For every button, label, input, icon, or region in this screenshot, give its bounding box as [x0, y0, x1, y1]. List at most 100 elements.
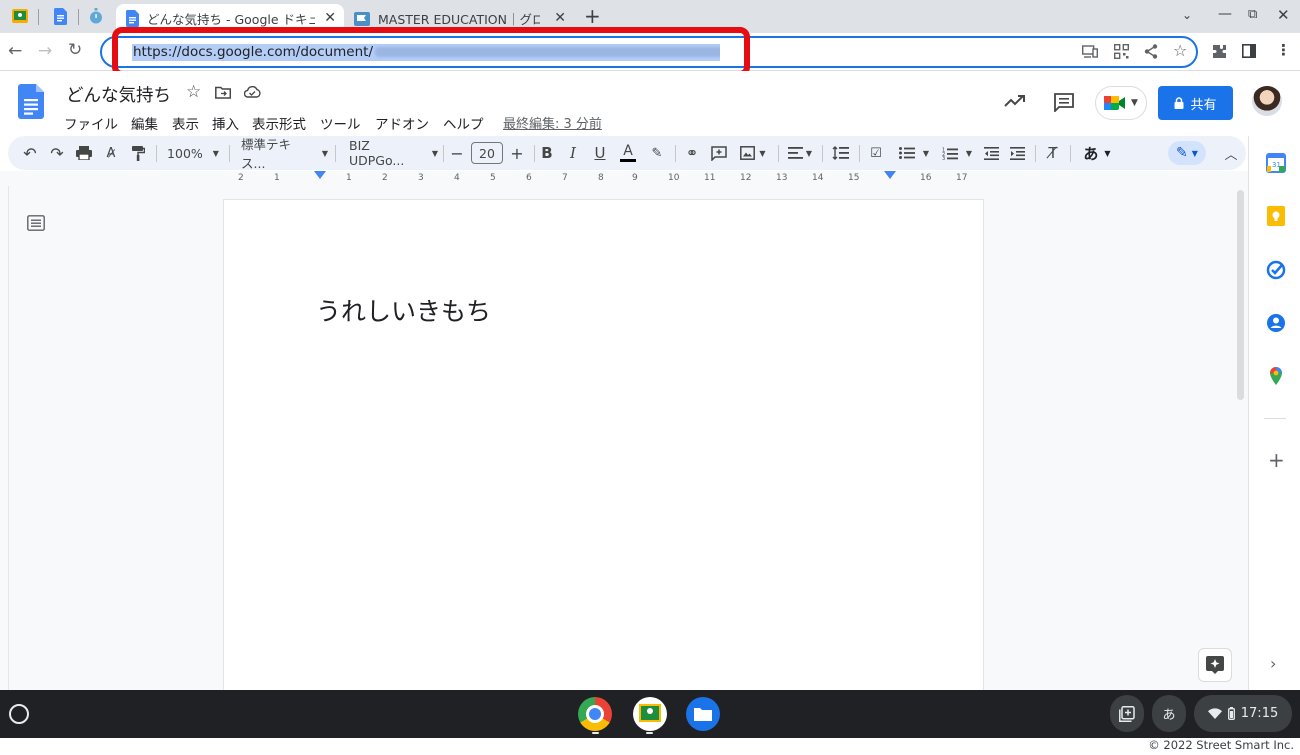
print-icon[interactable] — [72, 141, 96, 165]
reload-icon[interactable]: ↻ — [68, 40, 82, 60]
classroom-app-icon[interactable] — [633, 697, 667, 731]
minimize-icon[interactable]: — — [1218, 6, 1232, 22]
menu-format[interactable]: 表示形式 — [252, 113, 306, 133]
holding-space-tray[interactable] — [1110, 695, 1144, 732]
editing-mode-button[interactable]: ✎ ▼ — [1168, 141, 1206, 165]
menu-view[interactable]: 表示 — [172, 113, 199, 133]
pinned-tab-timer[interactable] — [84, 4, 108, 28]
chrome-app-icon[interactable] — [578, 697, 612, 731]
add-comment-icon[interactable] — [708, 141, 730, 165]
right-indent-marker[interactable] — [884, 171, 896, 179]
restore-icon[interactable]: ⧉ — [1248, 7, 1257, 22]
text-color-icon[interactable]: A — [617, 141, 639, 165]
maps-icon[interactable] — [1266, 366, 1286, 386]
menu-edit[interactable]: 編集 — [131, 113, 158, 133]
cast-devices-icon[interactable] — [1082, 45, 1098, 59]
ruler-label: 11 — [704, 173, 716, 183]
checklist-icon[interactable]: ☑ — [865, 141, 887, 165]
bullet-list-icon[interactable]: ▼ — [893, 141, 935, 165]
keep-icon[interactable] — [1266, 206, 1286, 226]
battery-icon — [1227, 707, 1235, 720]
highlight-pen-icon[interactable]: ✎ — [646, 141, 668, 165]
decrease-indent-icon[interactable] — [980, 141, 1002, 165]
pinned-tab-docs[interactable] — [48, 4, 72, 28]
contacts-icon[interactable] — [1266, 313, 1286, 333]
tab-search-icon[interactable]: ⌄ — [1182, 8, 1192, 22]
bookmark-star-icon[interactable]: ☆ — [1173, 41, 1187, 60]
paint-format-icon[interactable] — [126, 141, 150, 165]
files-app-icon[interactable] — [686, 697, 720, 731]
bold-icon[interactable]: B — [538, 141, 556, 165]
spellcheck-icon[interactable]: A̷ — [99, 141, 123, 165]
ruler-label: 16 — [920, 173, 932, 183]
tasks-icon[interactable] — [1266, 260, 1286, 280]
collapse-menu-icon[interactable]: ︿ — [1220, 141, 1242, 165]
font-select[interactable]: BIZ UDPGo... ▼ — [342, 138, 438, 168]
calendar-icon[interactable]: 31 — [1266, 153, 1286, 173]
left-indent-marker[interactable] — [314, 171, 326, 179]
numbered-list-icon[interactable]: 123 ▼ — [936, 141, 978, 165]
vertical-ruler — [0, 186, 9, 690]
line-spacing-icon[interactable] — [828, 141, 852, 165]
increase-indent-icon[interactable] — [1006, 141, 1028, 165]
tab-title: MASTER EDUCATION｜グローバル — [378, 12, 540, 27]
menu-help[interactable]: ヘルプ — [443, 113, 484, 133]
increase-font-size-button[interactable]: + — [506, 141, 528, 165]
expand-panel-icon[interactable]: › — [1270, 654, 1276, 673]
toolbar-divider — [229, 145, 230, 162]
window-close-icon[interactable]: ✕ — [1277, 6, 1290, 24]
close-tab-icon[interactable]: ✕ — [554, 10, 566, 26]
add-addon-icon[interactable]: + — [1268, 448, 1285, 472]
font-size-input[interactable]: 20 — [471, 142, 503, 164]
explore-button[interactable] — [1198, 648, 1232, 682]
extensions-puzzle-icon[interactable] — [1212, 44, 1227, 59]
last-edit-link[interactable]: 最終編集: 3 分前 — [503, 113, 602, 132]
docs-logo-icon[interactable] — [18, 84, 44, 119]
forward-arrow-icon[interactable]: → — [38, 41, 52, 61]
activity-trend-icon[interactable] — [1004, 94, 1026, 108]
clear-formatting-icon[interactable]: T̸ — [1042, 141, 1064, 165]
paragraph-style-select[interactable]: 標準テキス... ▼ — [236, 137, 328, 171]
align-icon[interactable]: ▼ — [784, 141, 816, 165]
decrease-font-size-button[interactable]: − — [446, 141, 468, 165]
status-area[interactable]: 17:15 — [1194, 695, 1292, 732]
print-glyph — [76, 146, 92, 160]
document-outline-icon[interactable] — [27, 215, 45, 231]
qr-code-icon[interactable] — [1114, 44, 1129, 59]
pinned-tab-classroom[interactable] — [8, 4, 32, 28]
input-tools-button[interactable]: あ ▼ — [1076, 141, 1118, 165]
side-panel-icon[interactable] — [1242, 44, 1256, 58]
link-icon[interactable]: ⚭ — [681, 141, 703, 165]
back-arrow-icon[interactable]: ← — [8, 41, 22, 61]
star-icon[interactable]: ☆ — [186, 82, 201, 102]
menu-insert[interactable]: 挿入 — [212, 113, 239, 133]
account-avatar[interactable] — [1252, 86, 1282, 116]
vertical-scrollbar[interactable] — [1237, 190, 1244, 400]
more-menu-icon[interactable]: ⋮ — [1276, 41, 1291, 59]
redo-icon[interactable]: ↷ — [45, 141, 69, 165]
toolbar-divider — [335, 145, 336, 162]
meet-button[interactable]: ▼ — [1095, 86, 1147, 120]
zoom-select[interactable]: 100% ▼ — [163, 141, 223, 165]
insert-image-icon[interactable]: ▼ — [735, 141, 771, 165]
share-icon[interactable] — [1144, 44, 1158, 59]
close-tab-icon[interactable]: ✕ — [324, 10, 336, 26]
undo-icon[interactable]: ↶ — [18, 141, 42, 165]
document-page[interactable] — [223, 199, 984, 694]
input-mode-value: あ — [1083, 144, 1099, 163]
italic-icon[interactable]: I — [564, 141, 582, 165]
menu-addons[interactable]: アドオン — [375, 113, 429, 133]
share-button[interactable]: 共有 — [1158, 86, 1233, 120]
underline-icon[interactable]: U — [591, 141, 609, 165]
ime-tray[interactable]: あ — [1152, 695, 1186, 732]
ruler-label: 10 — [668, 173, 680, 183]
launcher-icon[interactable] — [9, 704, 29, 724]
menu-file[interactable]: ファイル — [64, 113, 118, 133]
document-title[interactable]: どんな気持ち — [66, 82, 171, 107]
new-tab-button[interactable]: + — [584, 4, 601, 28]
menu-tools[interactable]: ツール — [320, 113, 361, 133]
document-body-text[interactable]: うれしいきもち — [316, 292, 491, 328]
comment-history-icon[interactable] — [1054, 93, 1074, 112]
move-to-folder-icon[interactable] — [215, 86, 231, 99]
running-indicator — [592, 732, 599, 734]
